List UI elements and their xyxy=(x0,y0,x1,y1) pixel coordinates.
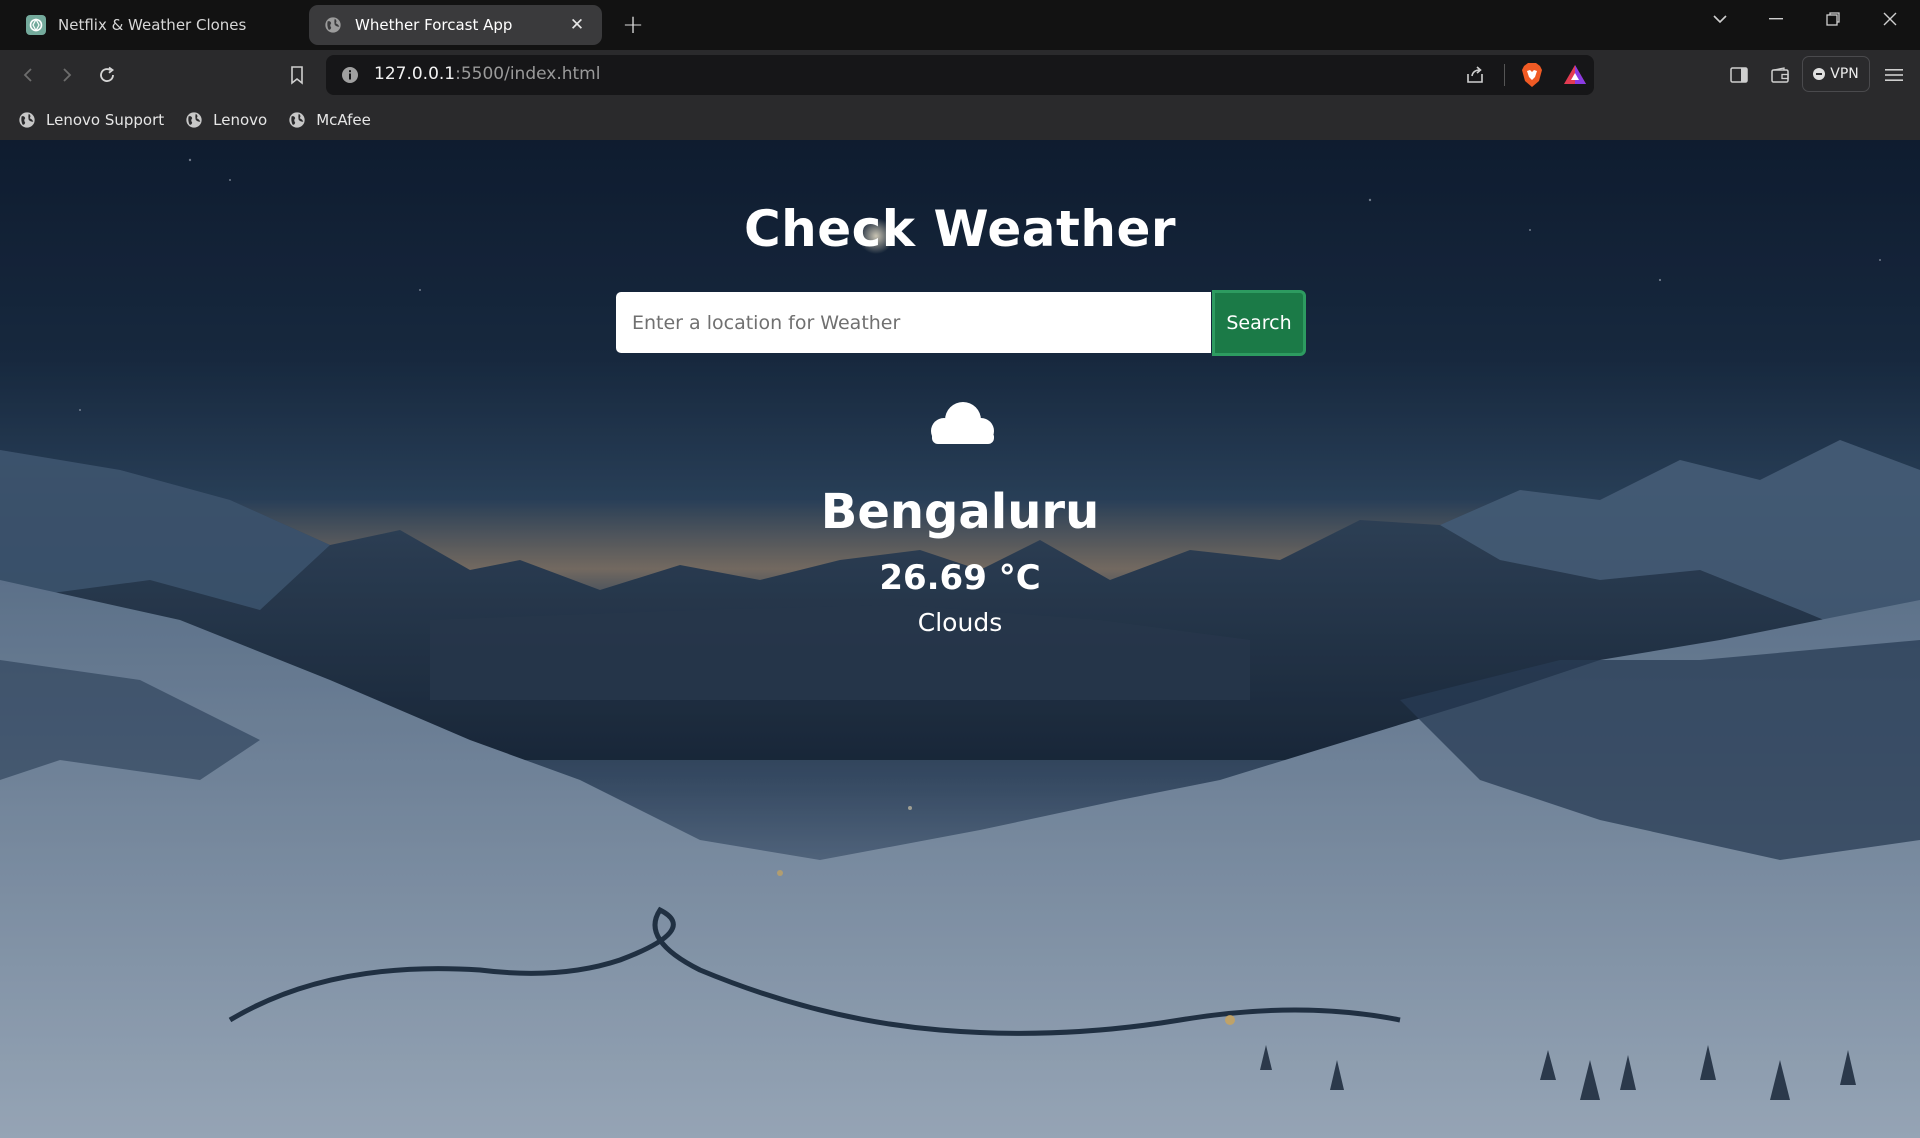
weather-condition: Clouds xyxy=(917,608,1003,637)
url-host: 127.0.0.1 xyxy=(374,64,456,84)
globe-icon xyxy=(323,15,343,35)
site-info-icon[interactable] xyxy=(340,65,360,85)
tab-search-chevron-icon[interactable] xyxy=(1692,0,1748,38)
vpn-button[interactable]: VPN xyxy=(1802,56,1870,92)
bookmark-label: McAfee xyxy=(316,111,371,129)
restore-icon[interactable] xyxy=(1805,0,1861,38)
forward-arrow-icon[interactable] xyxy=(50,58,84,92)
bookmark-lenovo[interactable]: Lenovo xyxy=(185,111,267,129)
bookmarks-bar: Lenovo Support Lenovo McAfee xyxy=(0,100,1920,140)
page-title: Check Weather xyxy=(743,200,1177,258)
globe-icon xyxy=(19,112,35,128)
wallet-icon[interactable] xyxy=(1765,60,1795,90)
weather-app: Check Weather Search Bengaluru 26.69 °C … xyxy=(0,140,1920,1138)
globe-icon xyxy=(289,112,305,128)
location-search-input[interactable] xyxy=(616,292,1211,353)
tab-label: Netflix & Weather Clones xyxy=(58,16,247,34)
tab-netflix-weather-clones[interactable]: Netflix & Weather Clones xyxy=(12,5,302,45)
reload-icon[interactable] xyxy=(90,58,124,92)
close-tab-icon[interactable]: ✕ xyxy=(566,14,588,36)
brave-shields-icon[interactable] xyxy=(1520,62,1544,88)
search-button[interactable]: Search xyxy=(1212,290,1306,356)
bookmark-lenovo-support[interactable]: Lenovo Support xyxy=(18,111,164,129)
bookmark-label: Lenovo Support xyxy=(46,111,165,129)
new-tab-button[interactable]: + xyxy=(618,10,648,40)
sidebar-toggle-icon[interactable] xyxy=(1724,60,1754,90)
toolbar-divider xyxy=(1504,64,1505,86)
globe-icon xyxy=(186,112,202,128)
page-viewport: Check Weather Search Bengaluru 26.69 °C … xyxy=(0,140,1920,1138)
vpn-status-icon xyxy=(1813,68,1826,80)
share-icon[interactable] xyxy=(1464,64,1486,86)
url-path: :5500/index.html xyxy=(455,64,601,84)
tab-whether-forcast-app[interactable]: Whether Forcast App ✕ xyxy=(309,5,602,45)
cloud-icon xyxy=(920,395,1002,455)
temperature: 26.69 °C xyxy=(879,558,1041,598)
bookmark-label: Lenovo xyxy=(213,111,268,129)
address-bar[interactable]: 127.0.0.1:5500/index.html xyxy=(326,55,1594,95)
search-form: Search xyxy=(616,290,1306,356)
minimize-icon[interactable] xyxy=(1748,0,1804,38)
browser-tab-strip: Netflix & Weather Clones Whether Forcast… xyxy=(0,0,1920,50)
brave-rewards-icon[interactable] xyxy=(1562,63,1588,87)
tab-label: Whether Forcast App xyxy=(355,16,513,34)
bookmark-mcafee[interactable]: McAfee xyxy=(288,111,371,129)
url-text[interactable]: 127.0.0.1:5500/index.html xyxy=(374,64,600,84)
close-window-icon[interactable] xyxy=(1862,0,1918,38)
hamburger-menu-icon[interactable] xyxy=(1879,60,1909,90)
chatgpt-icon xyxy=(26,15,46,35)
city-name: Bengaluru xyxy=(820,484,1100,540)
vpn-label: VPN xyxy=(1830,66,1859,82)
back-arrow-icon[interactable] xyxy=(11,58,45,92)
bookmark-icon[interactable] xyxy=(280,58,314,92)
